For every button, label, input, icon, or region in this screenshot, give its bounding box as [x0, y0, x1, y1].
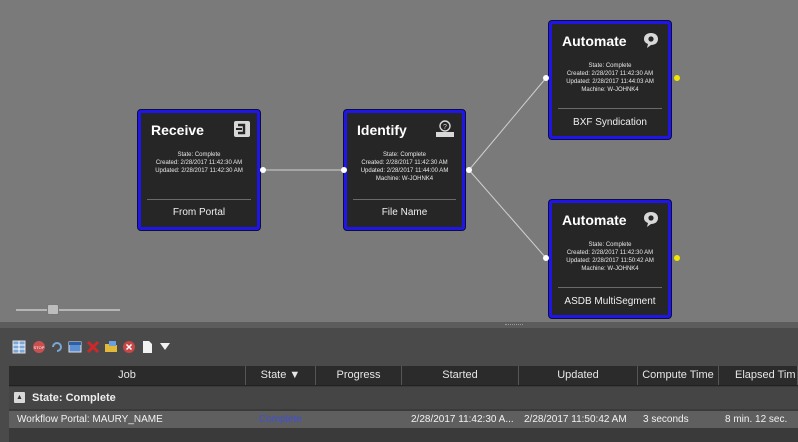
folder-icon[interactable] [104, 340, 118, 354]
receive-output-port[interactable] [260, 167, 266, 173]
automate-bxf-output-port[interactable] [674, 75, 680, 81]
node-label: BXF Syndication [573, 117, 647, 128]
chat-bubble-icon [642, 210, 660, 228]
node-title: Identify [357, 122, 407, 138]
svg-text:?: ? [443, 124, 447, 131]
machine-line: Machine: W-JOHNK4 [375, 176, 434, 182]
grid-header: Job State ▼ Progress Started Updated Com… [9, 366, 798, 386]
window-icon[interactable] [68, 340, 82, 354]
status-line: State: Complete [588, 63, 632, 69]
node-label: From Portal [172, 207, 226, 218]
created-line: Created: 2/28/2017 11:42:30 AM [566, 250, 654, 256]
created-line: Created: 2/28/2017 11:42:30 AM [155, 160, 243, 166]
status-line: State: Complete [382, 152, 427, 158]
machine-line: Machine: W-JOHNK4 [581, 87, 639, 93]
created-line: Created: 2/28/2017 11:42:30 AM [566, 71, 654, 77]
table-row[interactable]: Workflow Portal: MAURY_NAME Complete 2/2… [9, 411, 798, 428]
stop-icon[interactable]: STOP [32, 340, 46, 354]
cell-elapsed-time: 8 min. 12 sec. [725, 414, 788, 425]
automate-bxf-input-port[interactable] [543, 75, 549, 81]
divider [558, 108, 662, 109]
automate-asdb-output-port[interactable] [674, 255, 680, 261]
cell-job: Workflow Portal: MAURY_NAME [17, 414, 163, 425]
svg-text:STOP: STOP [34, 345, 45, 350]
cell-updated: 2/28/2017 11:50:42 AM [524, 414, 627, 425]
status-line: State: Complete [588, 242, 632, 248]
zoom-slider-track[interactable] [16, 309, 120, 311]
identify-output-port[interactable] [466, 167, 472, 173]
grid-view-icon[interactable] [12, 340, 26, 354]
node-identify[interactable]: Identify ? State: Complete Created: 2/28… [344, 110, 465, 230]
workflow-canvas[interactable]: Receive State: Complete Created: 2/28/20… [0, 0, 798, 322]
updated-line: Updated: 2/28/2017 11:44:03 AM [566, 79, 654, 85]
chat-bubble-icon [642, 31, 660, 49]
updated-line: Updated: 2/28/2017 11:44:00 AM [360, 168, 449, 174]
node-automate-bxf[interactable]: Automate State: Complete Created: 2/28/2… [549, 21, 671, 139]
node-title: Receive [151, 122, 204, 138]
collapse-toggle-icon[interactable]: ▲ [14, 392, 25, 403]
jobs-grid: Job State ▼ Progress Started Updated Com… [9, 366, 798, 442]
identify-input-port[interactable] [341, 167, 347, 173]
divider [558, 287, 662, 288]
machine-line: Machine: W-JOHNK4 [581, 266, 639, 272]
cell-started: 2/28/2017 11:42:30 A... [411, 414, 514, 425]
cancel-icon[interactable] [122, 340, 136, 354]
node-status-info: State: Complete Created: 2/28/2017 11:42… [141, 151, 257, 175]
refresh-icon[interactable] [50, 340, 64, 354]
created-line: Created: 2/28/2017 11:42:30 AM [361, 160, 448, 166]
jobs-panel: STOP Job State ▼ Progress Started Update… [0, 328, 798, 442]
delete-icon[interactable] [86, 340, 100, 354]
updated-line: Updated: 2/28/2017 11:50:42 AM [566, 258, 654, 264]
splitter-grip[interactable] [505, 324, 523, 327]
identify-icon: ? [435, 120, 454, 138]
node-status-info: State: Complete Created: 2/28/2017 11:42… [552, 62, 668, 94]
link-identify-automate-top [468, 77, 547, 171]
node-title: Automate [562, 212, 627, 228]
node-label: ASDB MultiSegment [564, 296, 656, 307]
column-header-progress[interactable]: Progress [316, 366, 402, 385]
divider [353, 199, 456, 200]
column-header-elapsed-time[interactable]: Elapsed Tim [719, 366, 798, 385]
divider [147, 199, 251, 200]
status-line: State: Complete [177, 152, 221, 158]
column-header-updated[interactable]: Updated [519, 366, 638, 385]
column-header-started[interactable]: Started [402, 366, 519, 385]
node-label: File Name [381, 207, 428, 218]
updated-line: Updated: 2/28/2017 11:42:30 AM [155, 168, 243, 174]
jobs-toolbar: STOP [0, 340, 300, 358]
column-header-job[interactable]: Job [9, 366, 246, 385]
cell-state-link[interactable]: Complete [259, 411, 314, 428]
node-status-info: State: Complete Created: 2/28/2017 11:42… [347, 151, 462, 183]
node-title: Automate [562, 33, 627, 49]
filter-icon[interactable] [158, 340, 172, 354]
receive-icon [233, 120, 251, 138]
cell-compute-time: 3 seconds [643, 414, 689, 425]
link-identify-automate-bottom [468, 169, 547, 259]
node-status-info: State: Complete Created: 2/28/2017 11:42… [552, 241, 668, 273]
node-receive[interactable]: Receive State: Complete Created: 2/28/20… [138, 110, 260, 230]
node-automate-asdb[interactable]: Automate State: Complete Created: 2/28/2… [549, 200, 671, 318]
group-row-state-complete[interactable]: ▲ State: Complete [9, 387, 798, 409]
zoom-slider-thumb[interactable] [47, 304, 59, 315]
column-header-compute-time[interactable]: Compute Time [638, 366, 719, 385]
group-label: State: Complete [32, 392, 116, 404]
zoom-slider[interactable] [12, 303, 124, 315]
document-icon[interactable] [140, 340, 154, 354]
automate-asdb-input-port[interactable] [543, 255, 549, 261]
column-header-state[interactable]: State ▼ [246, 366, 316, 385]
